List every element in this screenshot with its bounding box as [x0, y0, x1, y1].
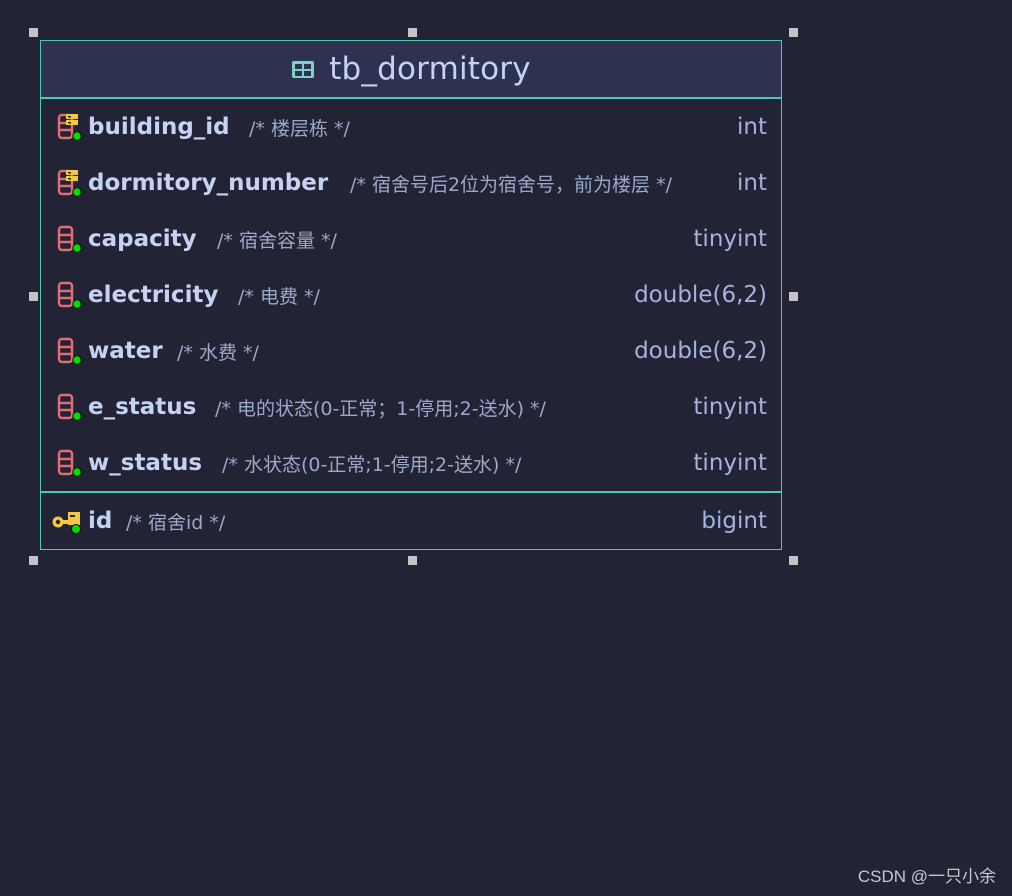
- resize-handle-bottom-left[interactable]: [29, 556, 38, 565]
- column-icon: [55, 281, 83, 309]
- column-comment: /* 宿舍容量 */: [217, 229, 337, 252]
- table-header[interactable]: tb_dormitory: [41, 41, 781, 99]
- column-comment: /* 宿舍号后2位为宿舍号，前为楼层 */: [350, 173, 672, 196]
- column-icon: [55, 225, 83, 253]
- primary-key-row[interactable]: id /* 宿舍id */ bigint: [41, 493, 781, 549]
- primary-keys-list: id /* 宿舍id */ bigint: [41, 493, 781, 549]
- column-icon: [55, 337, 83, 365]
- column-comment: /* 电费 */: [238, 285, 320, 308]
- column-icon: [55, 449, 83, 477]
- resize-handle-middle-left[interactable]: [29, 292, 38, 301]
- column-comment: /* 电的状态(0-正常；1-停用;2-送水) */: [215, 397, 546, 420]
- columns-list: building_id /* 楼层栋 */ int dormitory_number /…: [41, 99, 781, 491]
- column-type: int: [737, 170, 767, 196]
- column-name: water: [88, 338, 163, 364]
- foreign-key-column-icon: [55, 113, 83, 141]
- column-comment: /* 楼层栋 */: [249, 117, 350, 140]
- column-comment: /* 宿舍id */: [126, 511, 226, 534]
- column-type: double(6,2): [634, 338, 767, 364]
- column-type: tinyint: [693, 394, 767, 420]
- resize-handle-bottom-center[interactable]: [408, 556, 417, 565]
- resize-handle-top-center[interactable]: [408, 28, 417, 37]
- column-row[interactable]: water /* 水费 */ double(6,2): [41, 323, 781, 379]
- column-type: tinyint: [693, 450, 767, 476]
- resize-handle-bottom-right[interactable]: [789, 556, 798, 565]
- column-type: double(6,2): [634, 282, 767, 308]
- resize-handle-middle-right[interactable]: [789, 292, 798, 301]
- column-row[interactable]: dormitory_number /* 宿舍号后2位为宿舍号，前为楼层 */ int: [41, 155, 781, 211]
- column-name: capacity: [88, 226, 197, 252]
- table-entity[interactable]: tb_dormitory building_id/* 楼层栋 */int dorm…: [40, 40, 782, 550]
- table-icon: [291, 60, 315, 79]
- column-type: bigint: [701, 508, 767, 534]
- column-row[interactable]: building_id /* 楼层栋 */ int: [41, 99, 781, 155]
- foreign-key-column-icon: [55, 169, 83, 197]
- column-comment: /* 水状态(0-正常;1-停用;2-送水) */: [222, 453, 522, 476]
- column-row[interactable]: electricity /* 电费 */ double(6,2): [41, 267, 781, 323]
- column-name: building_id: [88, 114, 230, 140]
- watermark: CSDN @一只小余: [857, 867, 996, 886]
- column-icon: [55, 393, 83, 421]
- column-name: e_status: [88, 394, 197, 420]
- column-row[interactable]: e_status /* 电的状态(0-正常；1-停用;2-送水) */ tinyin…: [41, 379, 781, 435]
- column-type: tinyint: [693, 226, 767, 252]
- resize-handle-top-left[interactable]: [29, 28, 38, 37]
- column-name: id: [88, 508, 113, 534]
- column-row[interactable]: w_status /* 水状态(0-正常;1-停用;2-送水) */ tinyint: [41, 435, 781, 491]
- column-row[interactable]: capacity /* 宿舍容量 */ tinyint: [41, 211, 781, 267]
- table-name: tb_dormitory: [329, 51, 531, 87]
- resize-handle-top-right[interactable]: [789, 28, 798, 37]
- column-comment: /* 水费 */: [177, 341, 259, 364]
- column-name: dormitory_number: [88, 170, 329, 196]
- diagram-canvas[interactable]: tb_dormitory building_id/* 楼层栋 */int dorm…: [0, 0, 1012, 896]
- column-type: int: [737, 114, 767, 140]
- column-name: w_status: [88, 450, 203, 476]
- primary-key-icon: [51, 507, 81, 535]
- column-name: electricity: [88, 282, 219, 308]
